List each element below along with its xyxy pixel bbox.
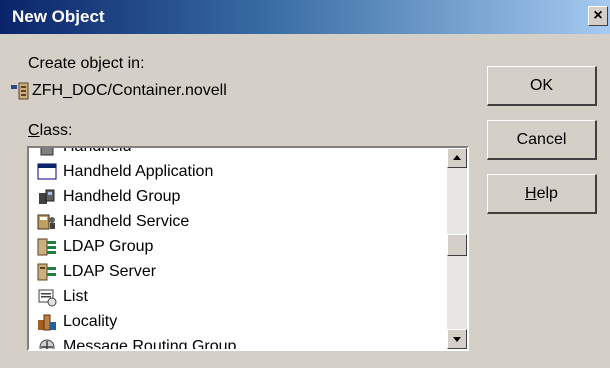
list-item-locality[interactable]: Locality — [31, 309, 449, 334]
help-button[interactable]: Help — [487, 174, 597, 214]
list-item-label: Handheld Group — [63, 187, 181, 205]
list-item-handheld-service[interactable]: Handheld Service — [31, 209, 449, 234]
class-list-scrollbar[interactable] — [447, 148, 467, 349]
class-list: Handheld Handheld Application Handheld G… — [31, 146, 449, 351]
new-object-dialog: New Object × Create object in: ZFH_DOC/C… — [0, 0, 610, 368]
container-path: ZFH_DOC/Container.novell — [32, 82, 227, 99]
scroll-down-button[interactable] — [447, 329, 467, 349]
list-icon — [38, 289, 57, 306]
list-item-ldap-server[interactable]: LDAP Server — [31, 259, 449, 284]
list-item-message-routing-group[interactable]: Message Routing Group — [31, 334, 449, 351]
list-item-handheld[interactable]: Handheld — [31, 146, 449, 159]
arrow-up-icon — [453, 155, 461, 160]
list-item-label: Handheld — [63, 146, 132, 155]
ok-button-label: OK — [529, 76, 554, 94]
list-item-label: Message Routing Group — [63, 337, 237, 351]
close-icon: × — [593, 7, 603, 24]
help-button-label: Help — [525, 184, 558, 202]
handheld-icon — [40, 148, 54, 155]
close-button[interactable]: × — [588, 6, 608, 26]
create-in-label: Create object in: — [28, 55, 145, 72]
list-item-label: LDAP Server — [63, 262, 157, 280]
window-title: New Object — [12, 7, 105, 26]
list-item-ldap-group[interactable]: LDAP Group — [31, 234, 449, 259]
cancel-button[interactable]: Cancel — [487, 120, 597, 160]
list-item-list[interactable]: List — [31, 284, 449, 309]
scroll-thumb[interactable] — [447, 234, 467, 256]
list-item-handheld-application[interactable]: Handheld Application — [31, 159, 449, 184]
message-routing-icon — [39, 339, 55, 349]
cancel-button-label: Cancel — [516, 130, 567, 148]
locality-icon — [38, 314, 56, 330]
list-item-label: Handheld Application — [63, 162, 214, 180]
class-label: Class: — [28, 122, 73, 139]
class-listbox[interactable]: Handheld Handheld Application Handheld G… — [27, 146, 469, 351]
list-item-label: Locality — [63, 312, 118, 330]
container-icon — [11, 82, 29, 100]
list-item-handheld-group[interactable]: Handheld Group — [31, 184, 449, 209]
ldap-group-icon — [37, 238, 56, 255]
service-icon — [37, 214, 55, 229]
scroll-up-button[interactable] — [447, 148, 467, 168]
list-item-label: Handheld Service — [63, 212, 190, 230]
arrow-down-icon — [453, 337, 461, 342]
group-icon — [39, 189, 55, 204]
ok-button[interactable]: OK — [487, 66, 597, 106]
list-item-label: LDAP Group — [63, 237, 154, 255]
list-item-label: List — [63, 287, 88, 305]
window-app-icon — [37, 163, 57, 179]
title-bar[interactable]: New Object × — [0, 0, 610, 34]
ldap-server-icon — [37, 263, 56, 280]
